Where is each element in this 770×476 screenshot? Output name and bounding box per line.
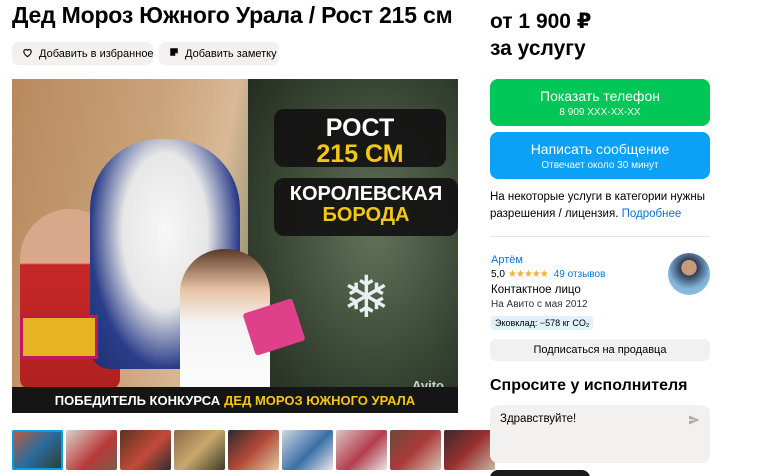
- price-unit: за услугу: [490, 37, 586, 61]
- seller-role: Контактное лицо: [491, 284, 581, 296]
- snowflake-decoration: ❄: [342, 265, 391, 330]
- beard-overlay-line1: КОРОЛЕВСКАЯ: [289, 183, 443, 205]
- height-overlay: РОСТ 215 СМ: [274, 109, 446, 169]
- note-icon: [169, 47, 179, 60]
- price-amount: от 1 900 ₽: [490, 10, 592, 33]
- show-phone-label: Показать телефон: [540, 88, 660, 104]
- ask-message-input[interactable]: [500, 413, 680, 425]
- subscribe-button[interactable]: Подписаться на продавца: [490, 339, 710, 361]
- divider: [490, 236, 710, 237]
- beard-overlay-line2: БОРОДА: [322, 204, 410, 226]
- seller-avatar[interactable]: [668, 253, 710, 295]
- phone-number-masked: 8 909 XXX-XX-XX: [559, 107, 641, 118]
- height-overlay-line2: 215 СМ: [316, 140, 404, 169]
- write-message-label: Написать сообщение: [530, 141, 670, 157]
- winner-banner-white: ПОБЕДИТЕЛЬ КОНКУРСА: [54, 392, 221, 408]
- add-note-label: Добавить заметку: [185, 47, 277, 60]
- add-to-favorites-label: Добавить в избранное: [39, 47, 154, 60]
- main-photo[interactable]: ❄ РОСТ 215 СМ КОРОЛЕВСКАЯ БОРОДА Avito П…: [12, 79, 458, 413]
- thumbnail[interactable]: [282, 430, 333, 470]
- seller-since: На Авито с мая 2012: [491, 299, 588, 310]
- thumbnail[interactable]: [336, 430, 387, 470]
- star-icon: ★★★★★: [507, 269, 549, 280]
- show-phone-button[interactable]: Показать телефон 8 909 XXX-XX-XX: [490, 79, 710, 126]
- license-more-link[interactable]: Подробнее: [622, 208, 682, 220]
- height-overlay-line1: РОСТ: [325, 114, 395, 142]
- winner-banner: ПОБЕДИТЕЛЬ КОНКУРСА ДЕД МОРОЗ ЮЖНОГО УРА…: [12, 387, 458, 413]
- seller-rating: 5,0 ★★★★★ 49 отзывов: [491, 269, 605, 280]
- thumbnail[interactable]: [228, 430, 279, 470]
- thumbnail[interactable]: [390, 430, 441, 470]
- beard-overlay: КОРОЛЕВСКАЯ БОРОДА: [274, 178, 458, 236]
- heart-icon: [22, 47, 33, 61]
- add-note-button[interactable]: Добавить заметку: [159, 42, 279, 65]
- ask-message-box: [490, 405, 710, 463]
- thumbnail[interactable]: [66, 430, 117, 470]
- license-notice: На некоторые услуги в категории нужны ра…: [490, 189, 720, 224]
- listing-title: Дед Мороз Южного Урала / Рост 215 см: [12, 2, 453, 28]
- write-message-button[interactable]: Написать сообщение Отвечает около 30 мин…: [490, 132, 710, 179]
- eco-contribution-badge[interactable]: Эковклад: −578 кг CO₂: [491, 316, 594, 330]
- send-icon[interactable]: [688, 414, 700, 429]
- ask-title: Спросите у исполнителя: [490, 377, 688, 394]
- gift-box: [20, 315, 98, 359]
- thumbnail[interactable]: [174, 430, 225, 470]
- rating-value: 5,0: [491, 269, 505, 280]
- thumbnail[interactable]: [120, 430, 171, 470]
- add-to-favorites-button[interactable]: Добавить в избранное: [12, 42, 154, 65]
- winner-banner-yellow: ДЕД МОРОЗ ЮЖНОГО УРАЛА: [224, 392, 416, 408]
- thumbnail[interactable]: [444, 430, 495, 470]
- response-time: Отвечает около 30 минут: [541, 160, 659, 171]
- bottom-button[interactable]: [490, 470, 590, 476]
- price-block: от 1 900 ₽ за услугу: [490, 8, 591, 63]
- thumbnail-strip: [12, 430, 495, 470]
- reviews-link[interactable]: 49 отзывов: [554, 269, 606, 280]
- seller-name-link[interactable]: Артём: [491, 254, 523, 266]
- thumbnail[interactable]: [12, 430, 63, 470]
